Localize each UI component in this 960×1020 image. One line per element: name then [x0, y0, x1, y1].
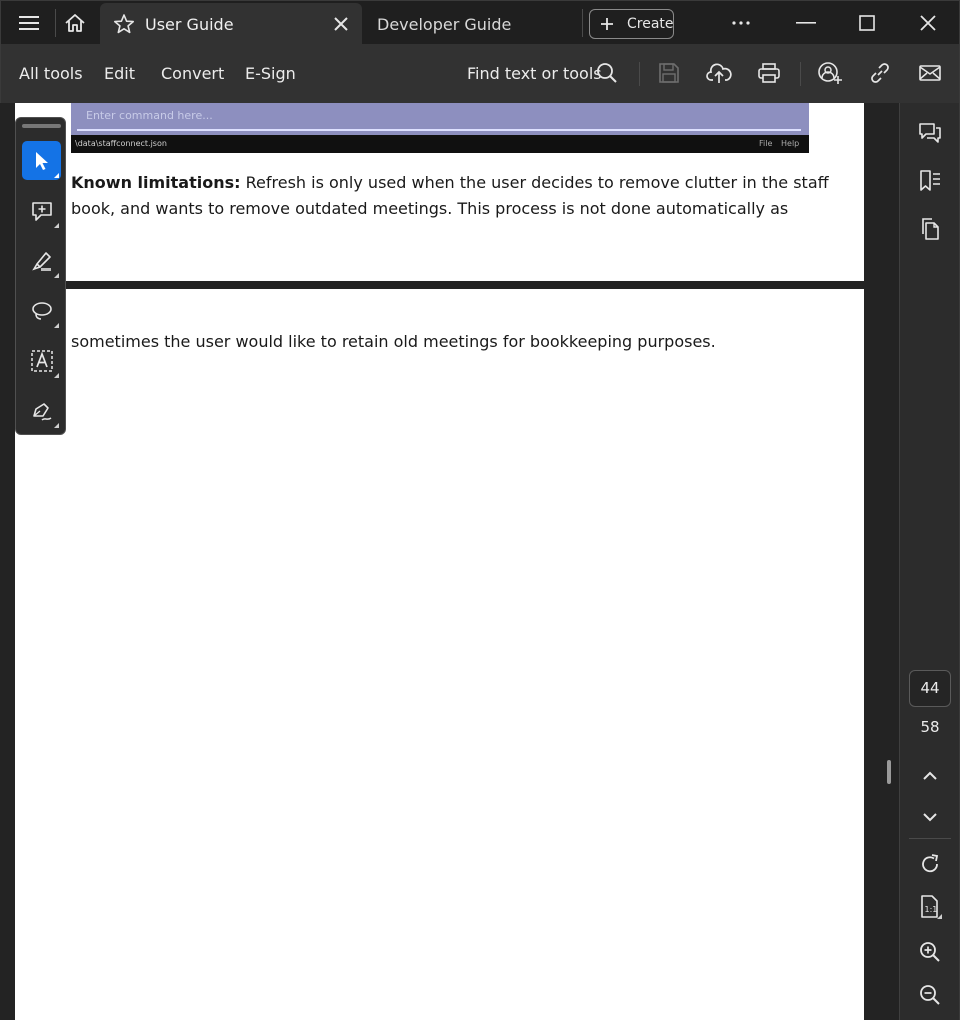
- pen-sign-icon: [32, 402, 51, 421]
- search-icon: [597, 63, 617, 83]
- close-window-button[interactable]: [916, 12, 940, 34]
- comments-panel-button[interactable]: [916, 119, 944, 147]
- menu-edit[interactable]: Edit: [104, 64, 135, 83]
- menu-all-tools[interactable]: All tools: [19, 64, 83, 83]
- previous-page-button[interactable]: [916, 762, 944, 790]
- scrollbar-track[interactable]: [879, 103, 899, 1020]
- paragraph-line: sometimes the user would like to retain …: [71, 332, 716, 351]
- link-icon: [871, 63, 889, 83]
- hamburger-menu-button[interactable]: [18, 12, 40, 34]
- pages-panel-button[interactable]: [916, 215, 944, 243]
- scrollbar-thumb[interactable]: [887, 760, 891, 784]
- cloud-upload-icon: [706, 63, 732, 83]
- quick-tools-palette: [15, 117, 66, 435]
- upload-cloud-button[interactable]: [706, 60, 732, 86]
- copy-link-button[interactable]: [867, 60, 893, 86]
- print-icon: [758, 63, 780, 83]
- embedded-status-bar: \data\staffconnect.json File Help: [71, 135, 809, 153]
- select-tool-button[interactable]: [22, 141, 61, 180]
- add-comment-button[interactable]: [22, 191, 61, 230]
- main-toolbar: All tools Edit Convert E-Sign Find text …: [0, 44, 960, 103]
- actual-size-button[interactable]: 1:1: [916, 893, 944, 921]
- cursor-icon: [35, 151, 48, 170]
- tab-user-guide[interactable]: User Guide: [100, 3, 362, 45]
- save-button[interactable]: [656, 60, 682, 86]
- highlight-tool-button[interactable]: [22, 241, 61, 280]
- close-icon: [334, 17, 348, 31]
- status-path: \data\staffconnect.json: [75, 139, 167, 148]
- more-icon: [732, 21, 750, 25]
- comments-icon: [919, 123, 941, 143]
- save-icon: [659, 63, 679, 83]
- comment-add-icon: [31, 201, 52, 221]
- command-input-area: Enter command here...: [71, 103, 809, 135]
- svg-text:1:1: 1:1: [925, 905, 938, 914]
- zoom-in-icon: [920, 942, 940, 962]
- next-page-button[interactable]: [916, 803, 944, 831]
- bookmark-icon: [920, 170, 940, 191]
- bookmarks-panel-button[interactable]: [916, 167, 944, 195]
- document-viewport[interactable]: Enter command here... \data\staffconnect…: [0, 103, 899, 1020]
- rotate-button[interactable]: [916, 850, 944, 878]
- find-tools-label: Find text or tools: [467, 64, 602, 83]
- title-bar: User Guide Developer Guide Create: [0, 0, 960, 45]
- plus-icon: [601, 18, 613, 30]
- right-side-panel: 44 58 1:1: [899, 103, 960, 1020]
- page-separator: [15, 281, 864, 289]
- refresh-icon: [922, 854, 939, 873]
- star-icon[interactable]: [113, 13, 135, 35]
- chevron-down-icon: [923, 813, 937, 822]
- fit-page-icon: 1:1: [921, 895, 942, 919]
- paragraph-line: Known limitations: Refresh is only used …: [71, 170, 829, 196]
- print-button[interactable]: [756, 60, 782, 86]
- draw-tool-button[interactable]: [22, 291, 61, 330]
- current-page-input[interactable]: 44: [909, 670, 951, 707]
- home-button[interactable]: [63, 12, 87, 34]
- menu-convert[interactable]: Convert: [161, 64, 224, 83]
- find-tools-search[interactable]: Find text or tools: [467, 58, 627, 90]
- close-icon: [920, 15, 936, 31]
- tab-label: User Guide: [145, 15, 234, 34]
- text-tool-button[interactable]: [22, 341, 61, 380]
- email-button[interactable]: [917, 60, 943, 86]
- add-user-icon: [818, 62, 842, 84]
- status-menu-file: File: [759, 139, 773, 148]
- maximize-button[interactable]: [855, 12, 879, 34]
- menu-icon: [19, 16, 39, 30]
- maximize-icon: [859, 15, 875, 31]
- close-tab-button[interactable]: [333, 16, 349, 32]
- embedded-app-screenshot: Enter command here... \data\staffconnect…: [71, 103, 809, 153]
- status-menu-help: Help: [781, 139, 800, 148]
- menu-e-sign[interactable]: E-Sign: [245, 64, 296, 83]
- document-page: sometimes the user would like to retain …: [15, 289, 864, 1020]
- pages-icon: [922, 218, 939, 240]
- share-with-people-button[interactable]: [817, 60, 843, 86]
- mail-icon: [919, 65, 941, 81]
- create-label: Create: [627, 16, 674, 32]
- zoom-out-button[interactable]: [916, 981, 944, 1009]
- command-placeholder: Enter command here...: [86, 109, 213, 122]
- total-pages: 58: [920, 718, 940, 736]
- chevron-up-icon: [923, 771, 937, 780]
- zoom-out-icon: [920, 985, 940, 1005]
- document-page: Enter command here... \data\staffconnect…: [15, 103, 864, 281]
- limitations-text: Refresh is only used when the user decid…: [240, 173, 829, 192]
- highlighter-icon: [31, 251, 51, 271]
- minimize-button[interactable]: [793, 13, 819, 33]
- sign-tool-button[interactable]: [22, 391, 61, 430]
- limitations-heading: Known limitations:: [71, 173, 241, 192]
- lasso-icon: [31, 301, 52, 320]
- more-options-button[interactable]: [729, 13, 753, 33]
- minimize-icon: [796, 22, 816, 24]
- tab-label: Developer Guide: [377, 15, 512, 34]
- text-box-icon: [30, 349, 53, 372]
- create-button[interactable]: Create: [589, 9, 674, 39]
- tab-developer-guide[interactable]: Developer Guide: [377, 3, 577, 45]
- paragraph-line: book, and wants to remove outdated meeti…: [71, 199, 789, 218]
- zoom-in-button[interactable]: [916, 938, 944, 966]
- drag-handle[interactable]: [22, 124, 61, 128]
- home-icon: [65, 14, 85, 32]
